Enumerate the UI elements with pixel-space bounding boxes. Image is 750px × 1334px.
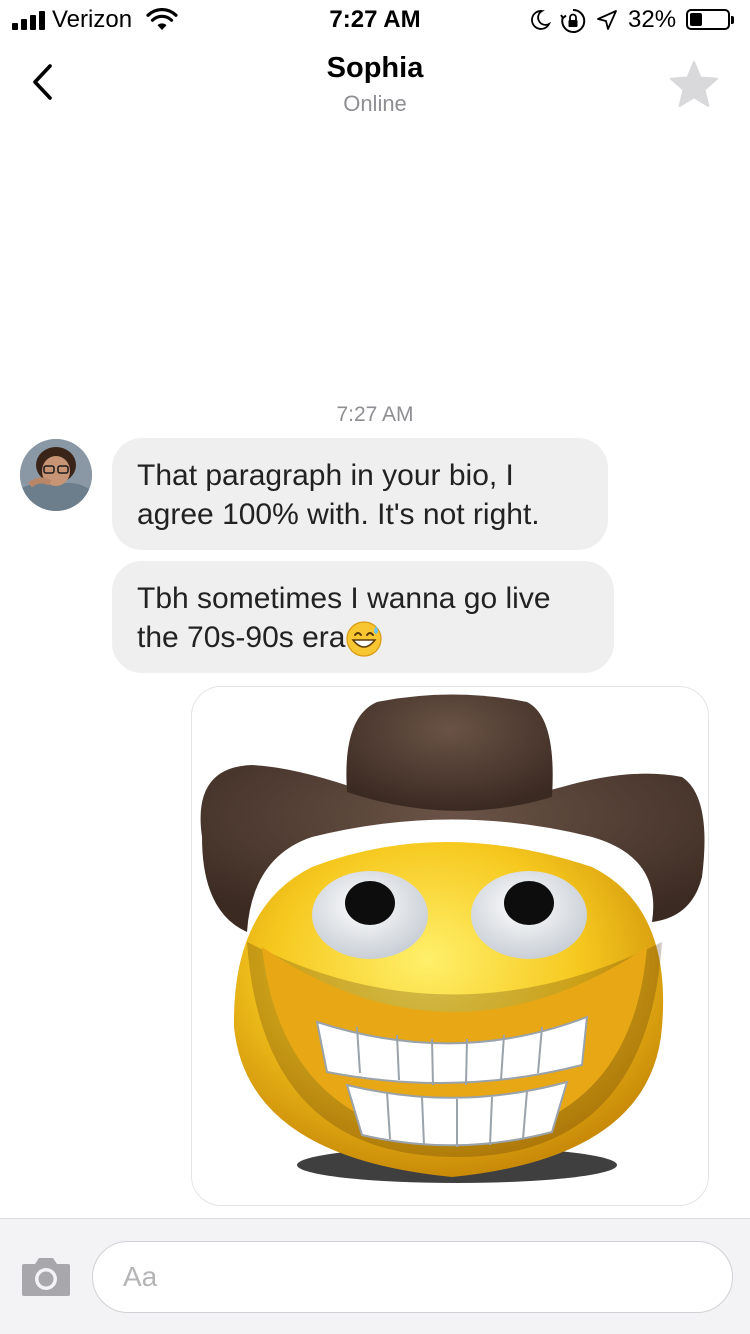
- favorite-button[interactable]: [668, 60, 720, 115]
- location-arrow-icon: [596, 9, 618, 37]
- rotation-lock-icon: [560, 8, 586, 40]
- message-timestamp: 7:27 AM: [336, 403, 414, 426]
- avatar[interactable]: [20, 439, 92, 511]
- presence-status: Online: [343, 91, 407, 116]
- battery-icon: [686, 9, 734, 30]
- message-text: That paragraph in your bio, I agree 100%…: [137, 459, 540, 531]
- status-bar: Verizon 7:27 AM 32%: [0, 0, 750, 40]
- camera-button[interactable]: [20, 1254, 72, 1303]
- cowboy-grinning-face-sticker-icon: [200, 694, 705, 1183]
- camera-icon: [22, 1258, 70, 1296]
- grinning-sweat-emoji-icon: [346, 621, 383, 657]
- incoming-message-bubble[interactable]: Tbh sometimes I wanna go live the 70s-90…: [112, 561, 614, 673]
- incoming-message-bubble[interactable]: That paragraph in your bio, I agree 100%…: [112, 438, 608, 550]
- star-icon: [670, 61, 718, 107]
- message-text: Tbh sometimes I wanna go live the 70s-90…: [137, 582, 551, 654]
- sticker-message[interactable]: [191, 686, 709, 1206]
- battery-percent: 32%: [628, 6, 677, 33]
- moon-icon: [528, 8, 552, 38]
- battery-fill: [690, 13, 702, 26]
- message-input[interactable]: [92, 1241, 733, 1313]
- contact-name[interactable]: Sophia: [0, 52, 750, 85]
